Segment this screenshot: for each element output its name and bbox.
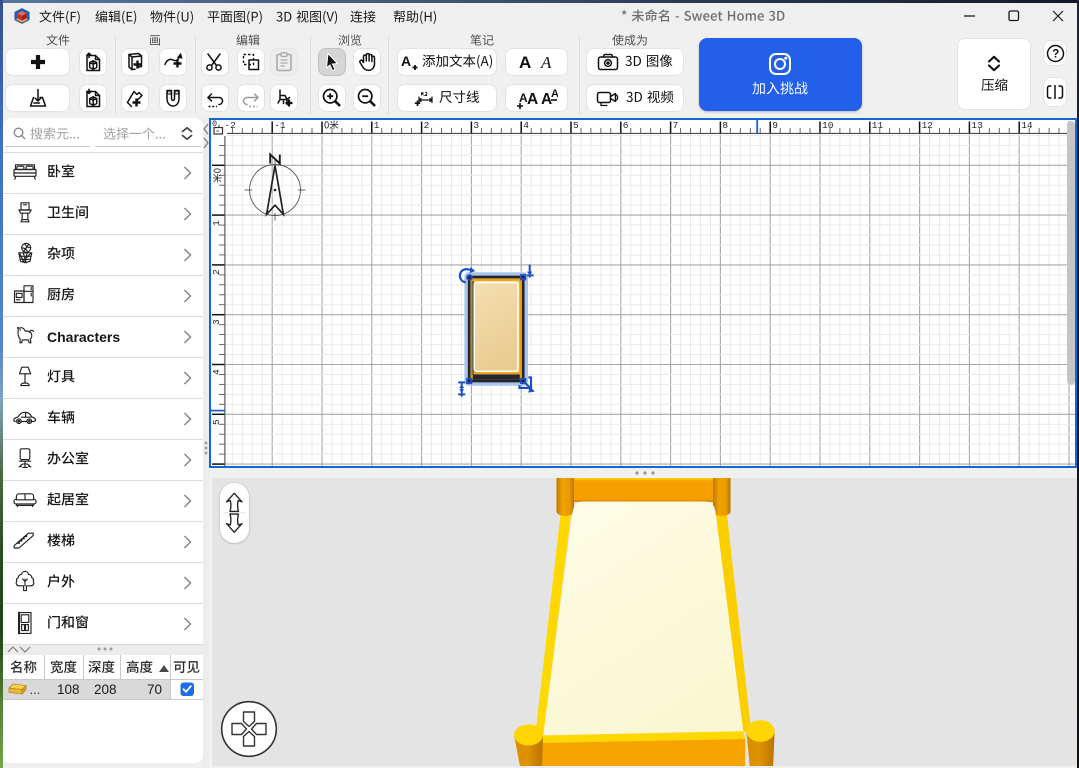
svg-text:A: A (519, 53, 531, 72)
svg-text:A: A (527, 91, 538, 108)
svg-text:A: A (540, 53, 552, 72)
svg-text:?: ? (1052, 48, 1059, 60)
svg-text:A: A (551, 88, 558, 100)
svg-text:A: A (401, 53, 411, 69)
